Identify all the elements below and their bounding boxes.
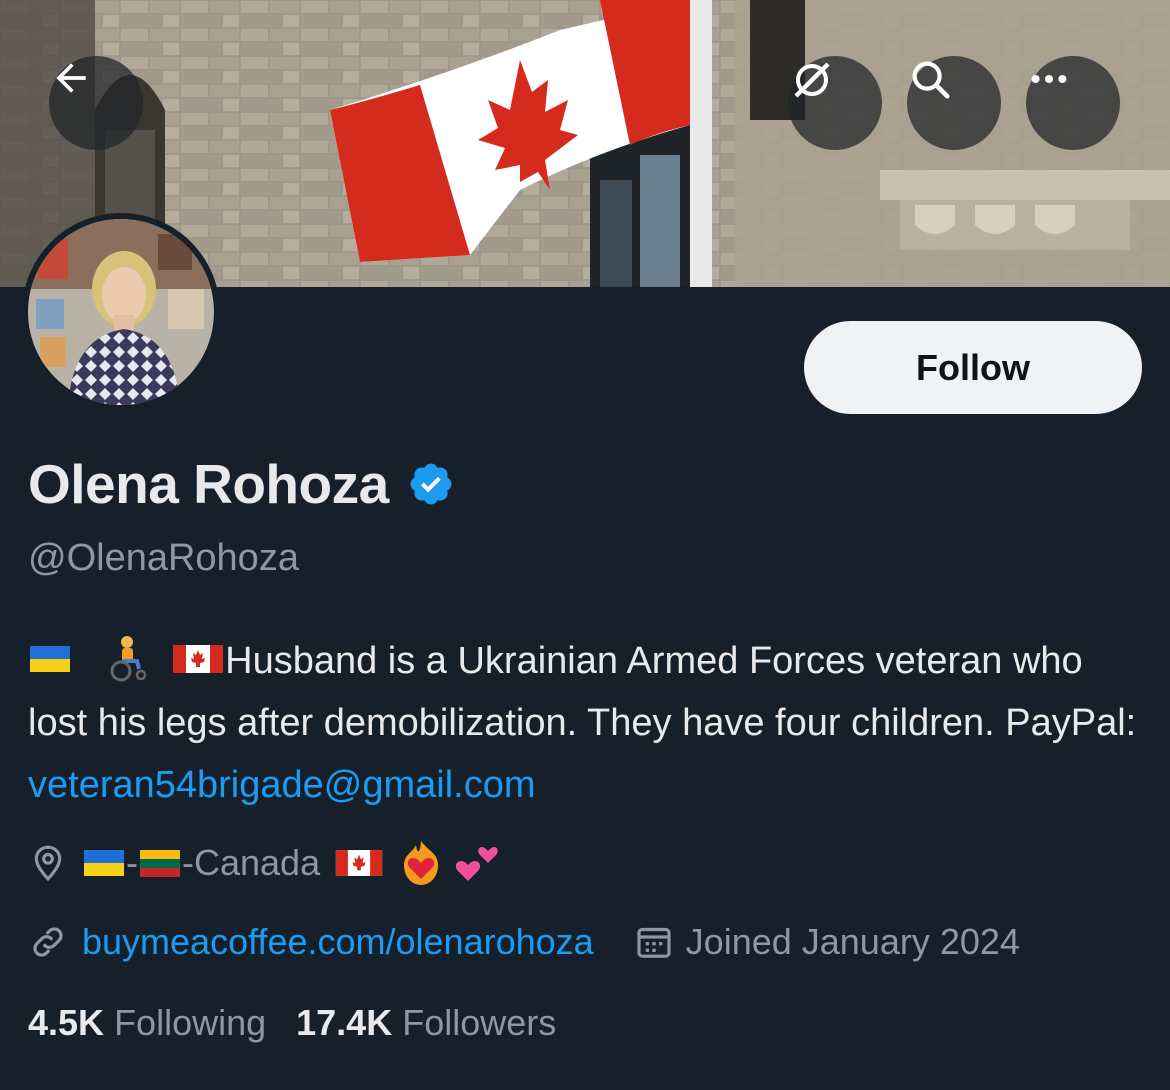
canada-flag-icon bbox=[173, 644, 224, 673]
avatar[interactable] bbox=[22, 213, 220, 411]
following-stat[interactable]: 4.5K Following bbox=[28, 1002, 266, 1044]
search-button[interactable] bbox=[907, 56, 1001, 150]
person-in-wheelchair-icon bbox=[110, 635, 146, 682]
followers-label: Followers bbox=[402, 1002, 557, 1043]
website-joined-row: buymeacoffee.com/olenarohoza Joined Janu… bbox=[28, 917, 1020, 967]
grok-button[interactable] bbox=[788, 56, 882, 150]
website-link[interactable]: buymeacoffee.com/olenarohoza bbox=[82, 921, 594, 963]
canada-flag-icon bbox=[335, 850, 383, 876]
back-button[interactable] bbox=[49, 56, 143, 150]
display-name: Olena Rohoza bbox=[28, 453, 389, 515]
bio-email-link[interactable]: veteran54brigade@gmail.com bbox=[28, 764, 536, 806]
location-row: - -Canada bbox=[28, 838, 502, 888]
joined-date: Joined January 2024 bbox=[685, 921, 1020, 962]
verified-badge-icon[interactable] bbox=[407, 460, 455, 508]
ukraine-flag-icon bbox=[84, 850, 124, 876]
followers-count: 17.4K bbox=[296, 1002, 393, 1043]
lithuania-flag-icon bbox=[140, 850, 180, 877]
arrow-left-icon bbox=[56, 63, 86, 93]
more-button[interactable] bbox=[1026, 56, 1120, 150]
following-label: Following bbox=[114, 1002, 267, 1043]
ukraine-flag-icon bbox=[30, 645, 70, 672]
more-horizontal-icon bbox=[1031, 74, 1067, 84]
avatar-image bbox=[28, 219, 214, 405]
grok-icon bbox=[794, 62, 830, 98]
follow-stats: 4.5K Following 17.4K Followers bbox=[28, 1002, 556, 1044]
location-text: -Canada bbox=[182, 842, 321, 883]
search-icon bbox=[912, 61, 950, 99]
location-separator: - bbox=[126, 842, 138, 883]
following-count: 4.5K bbox=[28, 1002, 105, 1043]
follow-button[interactable]: Follow bbox=[804, 321, 1142, 414]
name-row: Olena Rohoza bbox=[28, 452, 455, 516]
two-hearts-icon bbox=[455, 847, 498, 881]
followers-stat[interactable]: 17.4K Followers bbox=[296, 1002, 556, 1044]
heart-on-fire-icon bbox=[404, 841, 439, 885]
location-pin-icon bbox=[28, 843, 68, 883]
bio: Husband is a Ukrainian Armed Forces vete… bbox=[28, 630, 1148, 816]
handle: @OlenaRohoza bbox=[28, 537, 299, 579]
link-icon bbox=[28, 922, 68, 962]
calendar-icon bbox=[634, 922, 674, 962]
